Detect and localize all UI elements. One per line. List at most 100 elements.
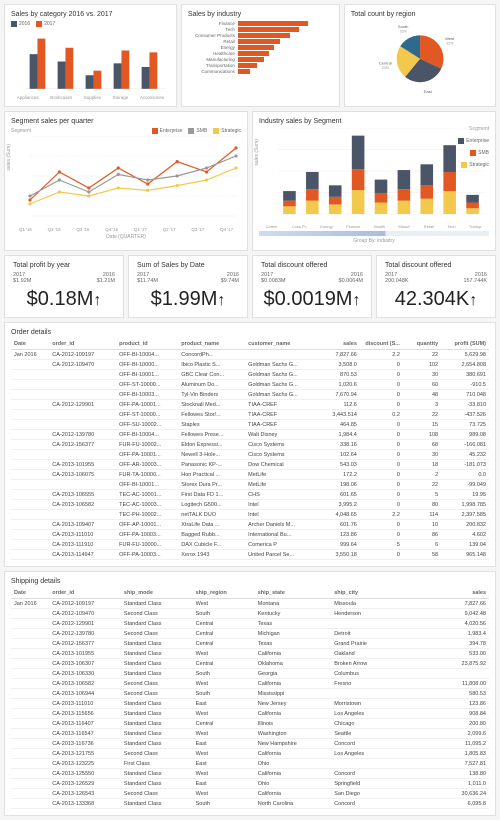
section-title: Shipping details [11, 578, 489, 585]
table-row[interactable]: CA-2013-115656Standard ClassWestCaliforn… [11, 709, 489, 719]
table-row[interactable]: OFF-SU-10002...StaplesTIAA-CREF464.85015… [11, 420, 489, 430]
table-row[interactable]: CA-2013-126529Standard ClassEastOhioSpri… [11, 779, 489, 789]
table-cell [417, 669, 489, 679]
col-header[interactable]: quantity [403, 339, 441, 350]
table-cell: East [193, 699, 255, 709]
table-cell: Morristown [331, 699, 417, 709]
table-row[interactable]: CA-2012-139780Second ClassCentralMichiga… [11, 629, 489, 639]
table-cell: Fellowes Prese... [178, 430, 245, 440]
table-row[interactable]: OFF-ST-10000...Aluminum Do...Goldman Sac… [11, 380, 489, 390]
table-row[interactable]: OFF-PA-10001...Newell 3-Hole...Cisco Sys… [11, 450, 489, 460]
table-cell [49, 480, 116, 490]
table-cell: 22 [403, 410, 441, 420]
table-cell: CA-2013-116407 [49, 719, 121, 729]
svg-text:West: West [445, 36, 455, 41]
table-row[interactable]: CA-2013-109407OFF-AP-10001...XtraLife Da… [11, 520, 489, 530]
table-row[interactable]: CA-2013-133368Standard ClassSouthNorth C… [11, 799, 489, 809]
table-row[interactable]: CA-2013-126543Second ClassWestCalifornia… [11, 789, 489, 799]
table-cell: Standard Class [121, 719, 193, 729]
table-cell: CA-2012-156377 [49, 440, 116, 450]
table-row[interactable]: CA-2012-129901Standard ClassCentralTexas… [11, 619, 489, 629]
col-header[interactable]: sales [317, 339, 360, 350]
table-cell: Hon Practical ... [178, 470, 245, 480]
table-cell: Logitech G500... [178, 500, 245, 510]
table-row[interactable]: Jan 2016CA-2012-109197OFF-BI-10004...Con… [11, 350, 489, 360]
kpi-title: Sum of Sales by Date [137, 262, 239, 269]
table-cell: California [255, 679, 331, 689]
col-header[interactable]: Date [11, 339, 49, 350]
table-cell: 108 [403, 430, 441, 440]
col-header[interactable]: order_id [49, 588, 121, 599]
date-cell [11, 510, 49, 520]
table-cell: First Data FD 1... [178, 490, 245, 500]
table-cell: 3 [403, 400, 441, 410]
table-row[interactable]: Jan 2016CA-2012-109197Standard ClassWest… [11, 599, 489, 609]
table-row[interactable]: CA-2013-106075FUR-TA-10000...Hon Practic… [11, 470, 489, 480]
table-cell: CHS [245, 490, 317, 500]
table-cell: CA-2013-109407 [49, 520, 116, 530]
table-row[interactable]: CA-2013-106307Standard ClassCentralOklah… [11, 659, 489, 669]
table-cell: Cisco Systems [245, 440, 317, 450]
col-header[interactable]: ship_mode [121, 588, 193, 599]
col-header[interactable]: sales [417, 588, 489, 599]
table-row[interactable]: CA-2013-123225First ClassEastOhio7,527.8… [11, 759, 489, 769]
table-cell: 4,048.65 [317, 510, 360, 520]
table-cell: South [193, 669, 255, 679]
table-row[interactable]: CA-2013-106582Second ClassWestCalifornia… [11, 679, 489, 689]
table-cell: Archer Daniels M... [245, 520, 317, 530]
table-cell: 60 [403, 380, 441, 390]
table-row[interactable]: OFF-ST-10000...Fellowes Stor/...TIAA-CRE… [11, 410, 489, 420]
table-row[interactable]: CA-2013-106330Standard ClassSouthGeorgia… [11, 669, 489, 679]
table-cell: Staples [178, 420, 245, 430]
table-row[interactable]: CA-2012-139780OFF-BI-10004...Fellowes Pr… [11, 430, 489, 440]
table-row[interactable]: CA-2013-121755Second ClassWestCalifornia… [11, 749, 489, 759]
table-row[interactable]: CA-2013-101955Standard ClassWestCaliforn… [11, 649, 489, 659]
table-cell: TIAA-CREF [245, 420, 317, 430]
col-header[interactable]: Date [11, 588, 49, 599]
table-row[interactable]: TEC-PH-10002...netTALK DUOIntel4,048.652… [11, 510, 489, 520]
col-header[interactable]: profit (SUM) [441, 339, 489, 350]
table-cell: West [193, 769, 255, 779]
table-row[interactable]: OFF-BI-10001...Storex Dura Pr...MetLife1… [11, 480, 489, 490]
table-row[interactable]: CA-2013-111010OFF-PA-10003...Bagged Rubb… [11, 530, 489, 540]
col-header[interactable]: ship_city [331, 588, 417, 599]
table-cell: International Bu... [245, 530, 317, 540]
table-row[interactable]: CA-2012-109470Second ClassSouthKentuckyH… [11, 609, 489, 619]
table-row[interactable]: CA-2013-111910FUR-FU-10000...DAX Cubicle… [11, 540, 489, 550]
col-header[interactable]: discount (S... [360, 339, 403, 350]
table-row[interactable]: CA-2012-109470OFF-BI-10000...Ibico Plast… [11, 360, 489, 370]
table-row[interactable]: CA-2012-156377FUR-FU-10002...Eldon Expre… [11, 440, 489, 450]
table-cell: 3,443.514 [317, 410, 360, 420]
col-header[interactable]: customer_name [245, 339, 317, 350]
table-cell: 0 [360, 380, 403, 390]
table-cell: First Class [121, 759, 193, 769]
date-cell [11, 460, 49, 470]
table-row[interactable]: CA-2013-106944Second ClassSouthMississip… [11, 689, 489, 699]
col-header[interactable]: ship_region [193, 588, 255, 599]
table-row[interactable]: OFF-BI-10001...GBC Clear Con...Goldman S… [11, 370, 489, 380]
order-details-table[interactable]: Dateorder_idproduct_idproduct_namecustom… [11, 339, 489, 560]
col-header[interactable]: product_id [116, 339, 178, 350]
table-row[interactable]: OFF-BI-10003...Tyl-Vin BindersGoldman Sa… [11, 390, 489, 400]
table-row[interactable]: CA-2013-125550Standard ClassWestCaliforn… [11, 769, 489, 779]
table-cell: 200.80 [417, 719, 489, 729]
table-row[interactable]: CA-2013-101955OFF-AR-10003...Panasonic K… [11, 460, 489, 470]
scrollbar[interactable] [259, 231, 489, 236]
table-row[interactable]: CA-2013-116407Standard ClassCentralIllin… [11, 719, 489, 729]
table-row[interactable]: CA-2013-106555TEC-AC-10001...First Data … [11, 490, 489, 500]
table-row[interactable]: CA-2013-116736Standard ClassEastNew Hamp… [11, 739, 489, 749]
table-row[interactable]: CA-2012-156377Standard ClassCentralTexas… [11, 639, 489, 649]
date-cell [11, 669, 49, 679]
table-row[interactable]: CA-2013-106582TEC-AC-10003...Logitech G5… [11, 500, 489, 510]
table-cell: South [193, 799, 255, 809]
col-header[interactable]: order_id [49, 339, 116, 350]
col-header[interactable]: ship_state [255, 588, 331, 599]
table-cell: 80 [403, 500, 441, 510]
shipping-details-table[interactable]: Dateorder_idship_modeship_regionship_sta… [11, 588, 489, 809]
table-row[interactable]: CA-2013-111010Standard ClassEastNew Jers… [11, 699, 489, 709]
col-header[interactable]: product_name [178, 339, 245, 350]
table-row[interactable]: CA-2012-129901OFF-PA-10001...Stocknall M… [11, 400, 489, 410]
table-row[interactable]: CA-2013-116547Standard ClassWestWashingt… [11, 729, 489, 739]
table-row[interactable]: CA-2013-114947OFF-PA-10003...Xerox 1943U… [11, 550, 489, 560]
table-cell: 1,805.83 [417, 749, 489, 759]
